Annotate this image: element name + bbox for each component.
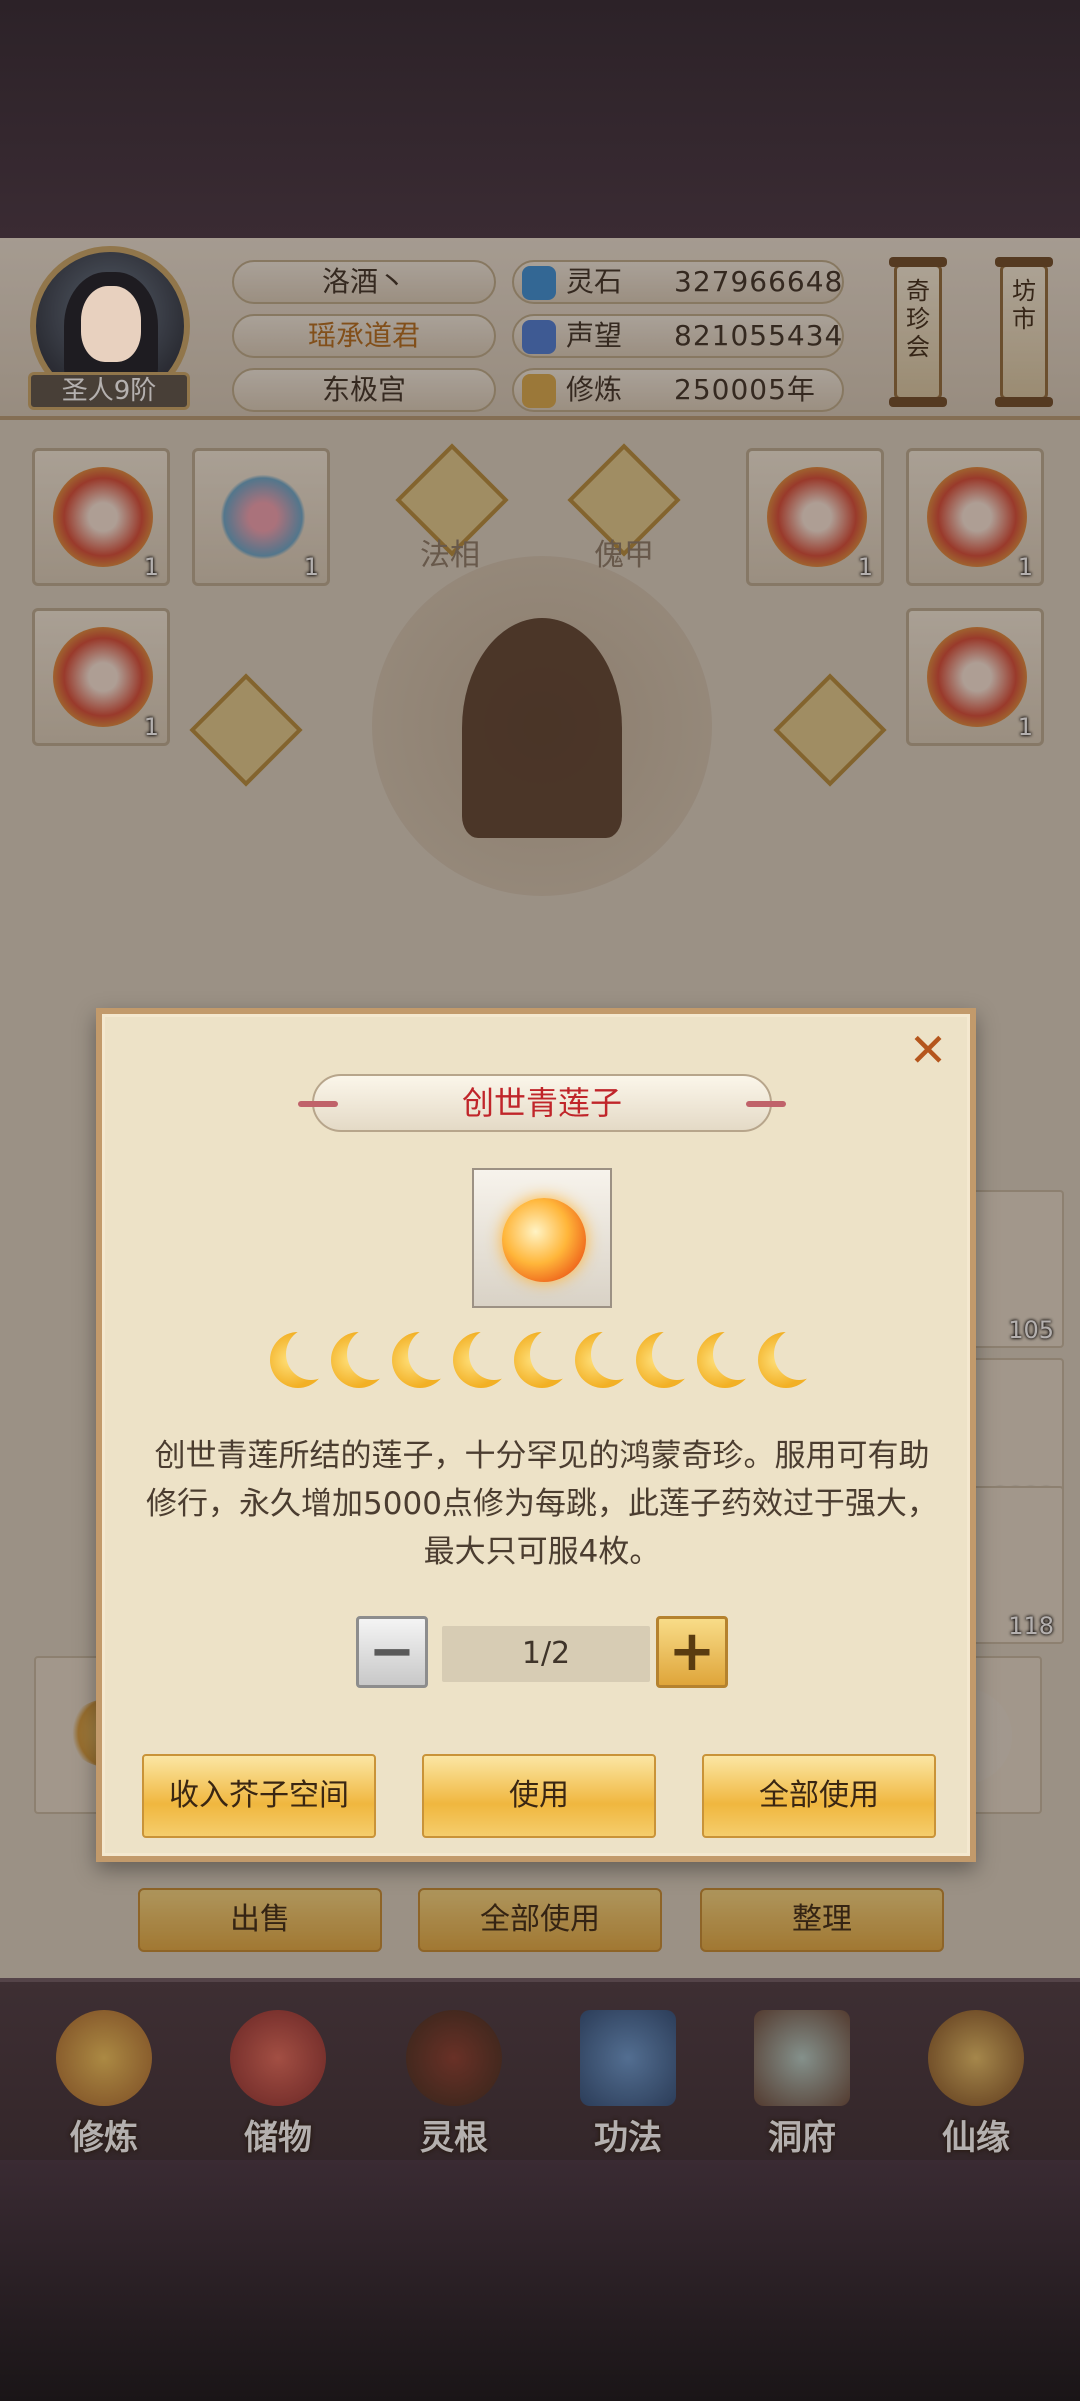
crescent-moon-icon (575, 1328, 641, 1388)
top-letterbox (0, 0, 1080, 238)
use-button[interactable]: 使用 (422, 1754, 656, 1838)
item-description: 创世青莲所结的莲子，十分罕见的鸿蒙奇珍。服用可有助修行，永久增加5000点修为每… (146, 1438, 938, 1570)
game-view: 圣人9阶 洛酒丶 瑶承道君 东极宫 灵石 327966648 声望 821055… (0, 238, 1080, 2160)
bottom-letterbox (0, 2160, 1080, 2401)
crescent-moon-icon (758, 1328, 824, 1388)
crescent-moon-icon (392, 1328, 458, 1388)
crescent-moon-icon (636, 1328, 702, 1388)
item-icon-frame (472, 1168, 612, 1308)
close-icon[interactable]: ✕ (908, 1027, 948, 1073)
screen: 圣人9阶 洛酒丶 瑶承道君 东极宫 灵石 327966648 声望 821055… (0, 0, 1080, 2401)
item-name-title: 创世青莲子 (298, 1074, 786, 1132)
item-detail-dialog: ✕ 创世青莲子 创世青莲所结的莲子，十分罕见的鸿蒙奇珍。服用可有助修行，永久增加… (96, 1008, 976, 1862)
store-to-space-button[interactable]: 收入芥子空间 (142, 1754, 376, 1838)
crescent-moon-icon (697, 1328, 763, 1388)
crescent-moon-icon (514, 1328, 580, 1388)
lotus-seed-icon (502, 1198, 586, 1282)
crescent-moon-icon (270, 1328, 336, 1388)
decrease-quantity-button[interactable]: − (356, 1616, 428, 1688)
increase-quantity-button[interactable]: + (656, 1616, 728, 1688)
use-all-button[interactable]: 全部使用 (702, 1754, 936, 1838)
crescent-moon-icon (453, 1328, 519, 1388)
crescent-moon-icon (331, 1328, 397, 1388)
quantity-display[interactable]: 1/2 (442, 1626, 650, 1682)
grade-moons (270, 1328, 824, 1392)
avatar-face (81, 286, 141, 362)
